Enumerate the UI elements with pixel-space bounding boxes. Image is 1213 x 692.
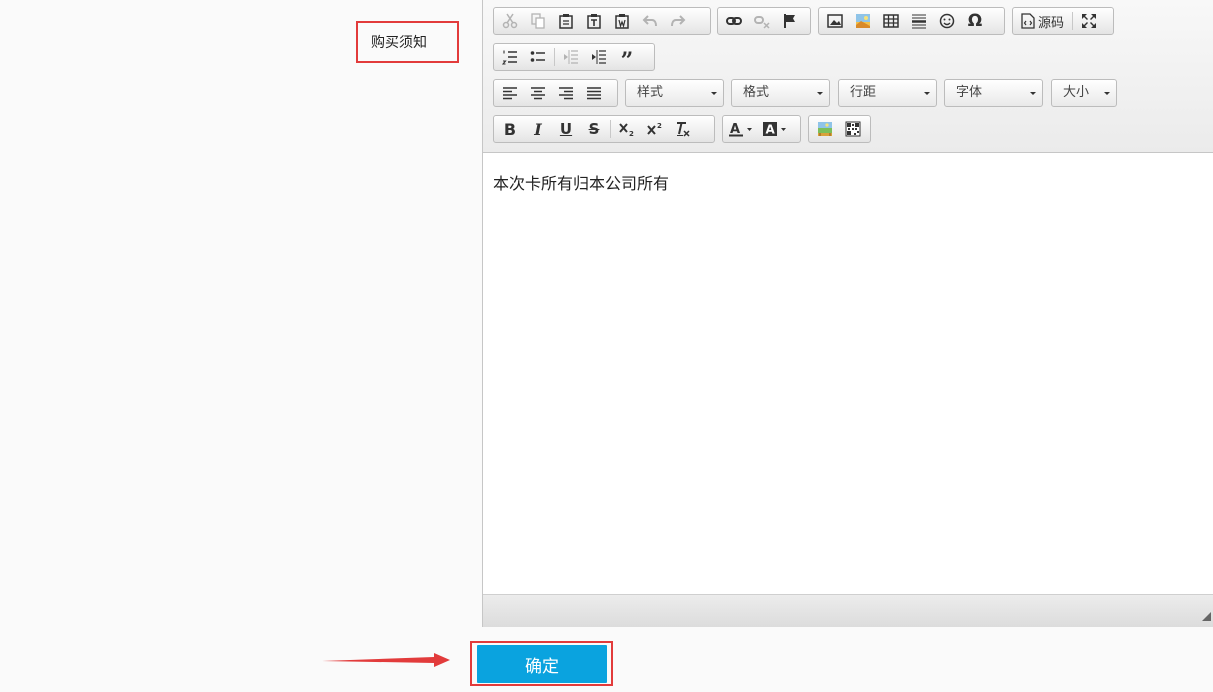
svg-text:A: A (766, 123, 776, 137)
blockquote-icon[interactable]: ” (613, 41, 641, 73)
align-left-icon[interactable] (496, 81, 524, 105)
clipboard-group (493, 7, 711, 35)
superscript-icon[interactable]: 2 (641, 117, 669, 141)
basic-styles-group: B I U S 2 2 (493, 115, 715, 143)
anchor-flag-icon[interactable] (776, 9, 804, 33)
chevron-down-icon (1104, 92, 1110, 95)
extras-group (808, 115, 871, 143)
editor-toolbar: Ω 源码 ” 样式 格式 行距 字体 大小 B I U S 2 2 A A (483, 0, 1213, 153)
annotation-arrow-icon (322, 653, 450, 667)
paste-text-icon[interactable] (580, 9, 608, 33)
bold-icon[interactable]: B (496, 117, 524, 141)
resize-handle-icon[interactable] (1202, 612, 1211, 621)
chevron-down-icon (1030, 92, 1036, 95)
color-group: A A (722, 115, 801, 143)
remove-format-icon[interactable] (669, 117, 697, 141)
source-label: 源码 (1038, 15, 1065, 31)
unlink-icon[interactable] (748, 9, 776, 33)
editor-statusbar (483, 594, 1213, 627)
bulleted-list-icon[interactable] (524, 45, 552, 69)
size-dropdown-label: 大小 (1063, 85, 1090, 100)
image-gallery-icon[interactable] (811, 117, 839, 141)
text-color-icon[interactable]: A (725, 117, 759, 141)
font-dropdown[interactable]: 字体 (944, 79, 1043, 107)
line-height-dropdown-label: 行距 (850, 85, 877, 100)
copy-icon[interactable] (524, 9, 552, 33)
link-icon[interactable] (720, 9, 748, 33)
chevron-down-icon (711, 92, 717, 95)
subscript-icon[interactable]: 2 (613, 117, 641, 141)
format-dropdown-label: 格式 (743, 85, 770, 100)
strikethrough-icon[interactable]: S (580, 117, 608, 141)
outdent-icon[interactable] (557, 45, 585, 69)
alignment-group (493, 79, 618, 107)
underline-icon[interactable]: U (552, 117, 580, 141)
separator (1072, 12, 1074, 30)
redo-icon[interactable] (664, 9, 692, 33)
image-icon[interactable] (821, 9, 849, 33)
confirm-button[interactable]: 确定 (477, 645, 607, 683)
qrcode-icon[interactable] (839, 117, 867, 141)
separator (610, 120, 611, 138)
align-justify-icon[interactable] (580, 81, 608, 105)
link-group (717, 7, 811, 35)
smiley-icon[interactable] (933, 9, 961, 33)
special-char-icon[interactable]: Ω (961, 9, 989, 33)
source-button[interactable]: 源码 (1015, 9, 1070, 33)
indent-icon[interactable] (585, 45, 613, 69)
svg-text:2: 2 (657, 122, 662, 130)
undo-icon[interactable] (636, 9, 664, 33)
align-center-icon[interactable] (524, 81, 552, 105)
cut-icon[interactable] (496, 9, 524, 33)
align-right-icon[interactable] (552, 81, 580, 105)
style-dropdown-label: 样式 (637, 85, 664, 100)
chevron-down-icon (924, 92, 930, 95)
format-dropdown[interactable]: 格式 (731, 79, 830, 107)
insert-group: Ω (818, 7, 1005, 35)
paste-word-icon[interactable] (608, 9, 636, 33)
separator (554, 48, 555, 66)
list-group: ” (493, 41, 655, 73)
svg-text:2: 2 (629, 130, 634, 137)
chevron-down-icon (817, 92, 823, 95)
horizontal-rule-icon[interactable] (905, 9, 933, 33)
line-height-dropdown[interactable]: 行距 (838, 79, 937, 107)
table-icon[interactable] (877, 9, 905, 33)
numbered-list-icon[interactable] (496, 45, 524, 69)
image-upload-icon[interactable] (849, 9, 877, 33)
maximize-icon[interactable] (1075, 9, 1103, 33)
paste-icon[interactable] (552, 9, 580, 33)
purchase-notice-label: 购买须知 (371, 35, 427, 51)
rich-text-editor: Ω 源码 ” 样式 格式 行距 字体 大小 B I U S 2 2 A A 本次… (482, 0, 1213, 627)
font-dropdown-label: 字体 (956, 85, 983, 100)
background-color-icon[interactable]: A (759, 117, 793, 141)
source-code-icon (1021, 13, 1035, 29)
style-dropdown[interactable]: 样式 (625, 79, 724, 107)
italic-icon[interactable]: I (524, 117, 552, 141)
editor-content[interactable]: 本次卡所有归本公司所有 (493, 170, 669, 194)
size-dropdown[interactable]: 大小 (1051, 79, 1117, 107)
document-group: 源码 (1012, 7, 1114, 35)
